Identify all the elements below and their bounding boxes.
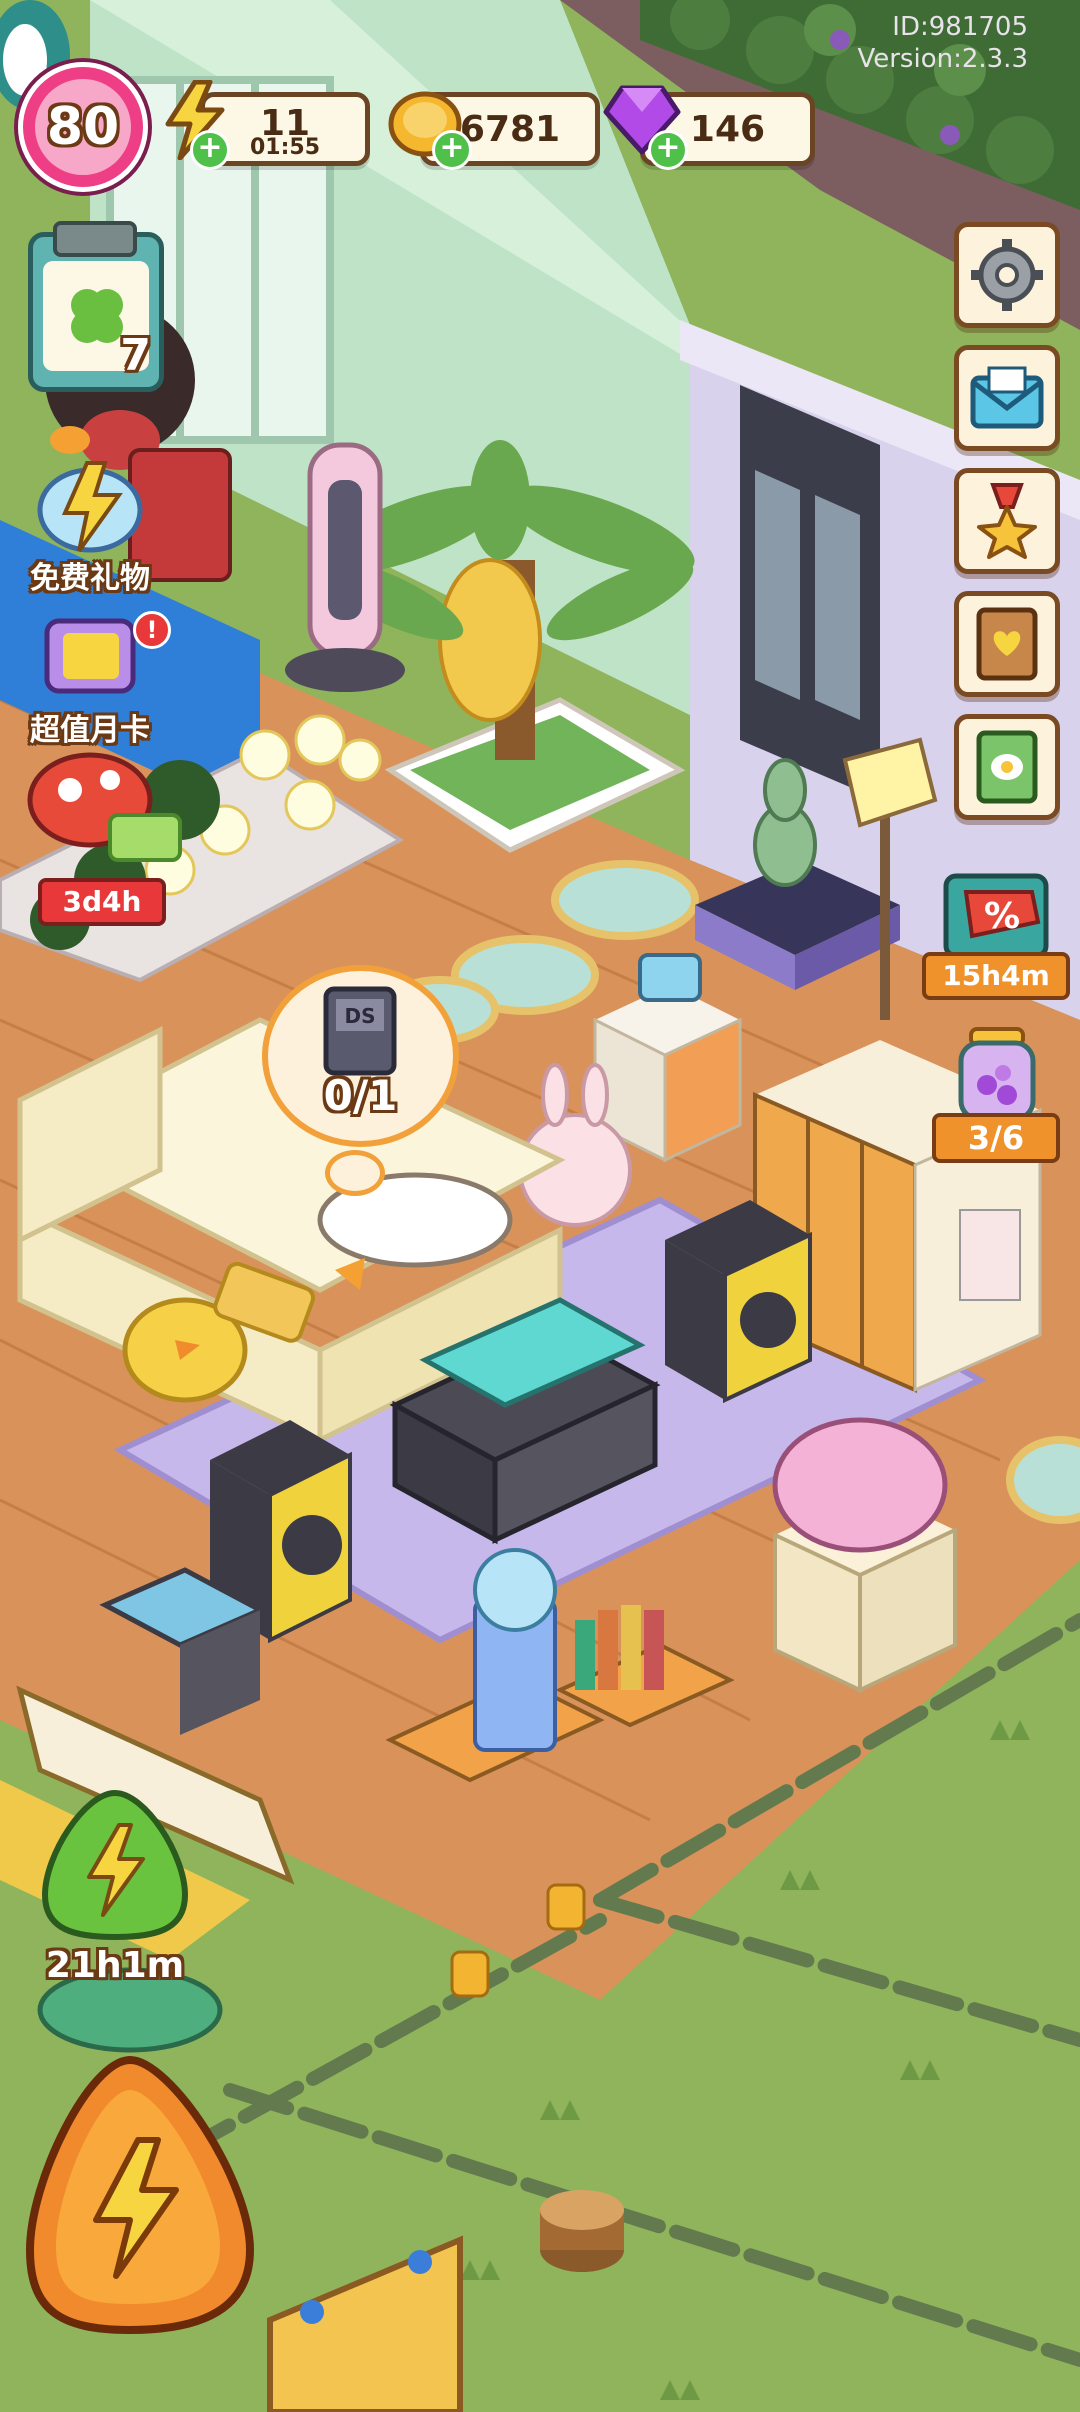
mail-envelope-icon (970, 366, 1044, 429)
console-ds-label: DS (344, 1004, 375, 1028)
energy-boost-button[interactable]: 21h1m (30, 1785, 200, 1995)
gem-jar-icon (958, 1027, 1036, 1122)
sale-offer-button[interactable]: % 15h4m (922, 870, 1072, 1000)
clipboard-tasks-button[interactable]: 7 (28, 221, 164, 392)
discount-tag-icon: % (943, 873, 1049, 959)
free-gift-label: 免费礼物 (30, 561, 150, 596)
recipe-book-icon (976, 730, 1038, 804)
monthly-card-icon (44, 618, 136, 694)
main-action-button[interactable] (20, 2050, 260, 2340)
notification-alert-icon: ! (133, 611, 171, 649)
gem-jar-progress: 3/6 (932, 1113, 1060, 1163)
bubble-tail-dot (325, 1150, 385, 1196)
monthly-card-label: 超值月卡 (30, 713, 150, 748)
settings-gear-icon (971, 239, 1043, 311)
add-coins-plus-icon[interactable]: + (432, 130, 472, 170)
version-text: Version:2.3.3 (857, 44, 1028, 74)
mail-button[interactable] (954, 345, 1060, 451)
player-level-badge[interactable]: 80 (18, 62, 148, 192)
task-progress-count: 0/1 (323, 1071, 398, 1120)
monthly-card-button[interactable]: ! 超值月卡 (15, 605, 171, 748)
heart-book-icon (976, 607, 1038, 681)
sale-offer-timer: 15h4m (922, 952, 1070, 1000)
gift-bag-icon (37, 461, 143, 553)
clipboard-task-count: 7 (120, 330, 151, 381)
free-gift-button[interactable]: 免费礼物 (15, 455, 165, 596)
energy-boost-timer: 21h1m (45, 1945, 185, 1986)
task-thought-bubble[interactable]: DS 0/1 (262, 965, 459, 1147)
medal-star-icon (977, 483, 1037, 559)
game-scene: 80 11 01:55 + 6781 + 146 + ID:981705 Ver… (0, 0, 1080, 2412)
settings-button[interactable] (954, 222, 1060, 328)
add-gems-plus-icon[interactable]: + (648, 130, 688, 170)
achievement-medal-button[interactable] (954, 468, 1060, 574)
orange-lightning-icon (25, 2055, 255, 2335)
recipe-book-button[interactable] (954, 714, 1060, 820)
heart-book-button[interactable] (954, 591, 1060, 697)
game-console-icon: DS (323, 986, 397, 1076)
mushroom-event-timer: 3d4h (38, 878, 166, 926)
green-lightning-icon (41, 1789, 189, 1941)
player-id-text: ID:981705 (892, 12, 1028, 42)
add-energy-plus-icon[interactable]: + (190, 130, 230, 170)
player-level-value: 80 (46, 97, 120, 157)
mushroom-event-button[interactable]: 3d4h (20, 770, 190, 926)
gem-jar-button[interactable]: 3/6 (922, 1025, 1072, 1163)
svg-text:%: % (984, 896, 1020, 937)
